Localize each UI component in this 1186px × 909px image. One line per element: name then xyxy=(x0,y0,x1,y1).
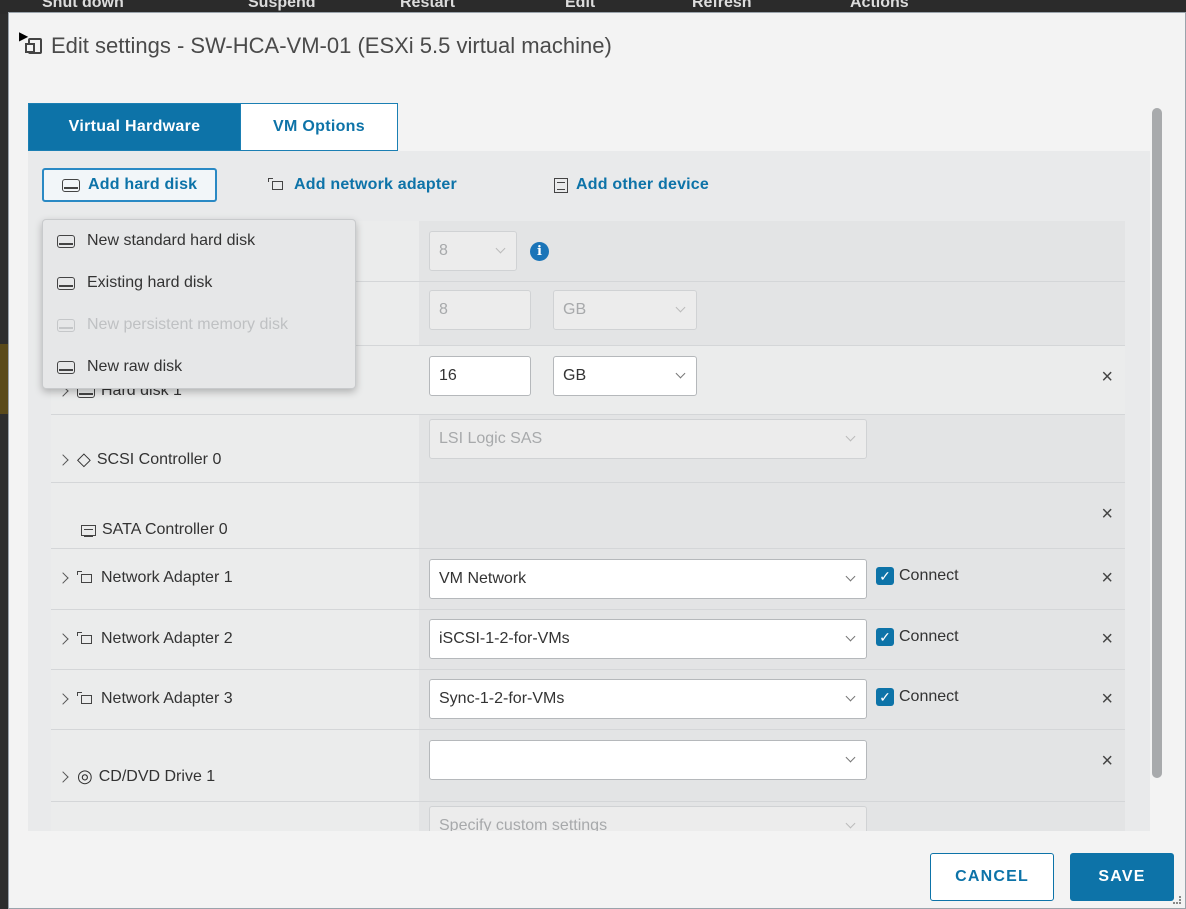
video-card-row: Specify custom settings xyxy=(51,802,1125,831)
hard-disk-unit-select[interactable]: GB xyxy=(553,356,697,396)
tab-virtual-hardware[interactable]: Virtual Hardware xyxy=(28,103,241,151)
add-other-device-label: Add other device xyxy=(576,176,710,193)
network-adapter-icon xyxy=(77,692,95,706)
cd-dvd-label[interactable]: ◎ CD/DVD Drive 1 xyxy=(57,766,215,787)
sata-controller-icon xyxy=(81,524,96,537)
sata-controller-row: SATA Controller 0 × xyxy=(51,483,1125,549)
scsi-controller-select[interactable]: LSI Logic SAS xyxy=(429,419,867,459)
persistent-memory-disk-icon xyxy=(57,318,75,332)
scsi-controller-row: ◇ SCSI Controller 0 LSI Logic SAS xyxy=(51,415,1125,483)
scsi-controller-icon: ◇ xyxy=(77,449,91,469)
remove-network-adapter-1-button[interactable]: × xyxy=(1101,567,1113,590)
network-adapter-icon xyxy=(77,571,95,585)
tab-vm-options[interactable]: VM Options xyxy=(241,103,398,151)
add-network-adapter-label: Add network adapter xyxy=(294,176,457,193)
suspend-label: Suspend xyxy=(248,0,316,11)
network-adapter-3-label[interactable]: Network Adapter 3 xyxy=(57,690,233,708)
remove-network-adapter-3-button[interactable]: × xyxy=(1101,688,1113,711)
menu-item-new-raw-disk[interactable]: New raw disk xyxy=(57,352,347,382)
memory-input[interactable]: 8 xyxy=(429,290,531,330)
network-adapter-2-label[interactable]: Network Adapter 2 xyxy=(57,630,233,648)
network-adapter-3-row: Network Adapter 3 Sync-1-2-for-VMs ✓ Con… xyxy=(51,670,1125,730)
network-adapter-1-label[interactable]: Network Adapter 1 xyxy=(57,569,233,587)
network-3-connect-checkbox[interactable]: ✓ Connect xyxy=(876,688,959,706)
checkmark-icon: ✓ xyxy=(876,567,894,585)
hard-disk-icon xyxy=(62,178,80,192)
dialog-title: ▶ Edit settings - SW-HCA-VM-01 (ESXi 5.5… xyxy=(19,29,612,59)
cd-dvd-select[interactable] xyxy=(429,740,867,780)
add-device-toolbar: Add hard disk Add network adapter Add ot… xyxy=(28,151,1150,209)
refresh-label: Refresh xyxy=(692,0,752,11)
memory-value: 8 xyxy=(439,301,448,318)
add-hard-disk-label: Add hard disk xyxy=(88,176,198,193)
network-adapter-2-row: Network Adapter 2 iSCSI-1-2-for-VMs ✓ Co… xyxy=(51,610,1125,670)
sata-controller-label[interactable]: SATA Controller 0 xyxy=(81,521,228,539)
restart-label: Restart xyxy=(400,0,456,11)
remove-hard-disk-button[interactable]: × xyxy=(1101,366,1113,389)
remove-network-adapter-2-button[interactable]: × xyxy=(1101,628,1113,651)
chevron-right-icon xyxy=(57,453,69,466)
hard-disk-icon xyxy=(57,234,75,248)
checkmark-icon: ✓ xyxy=(876,688,894,706)
info-icon[interactable]: i xyxy=(530,242,549,261)
menu-item-new-persistent-memory-disk: New persistent memory disk xyxy=(57,310,347,340)
menu-item-new-standard-hard-disk[interactable]: New standard hard disk xyxy=(57,226,347,256)
scrollbar-thumb[interactable] xyxy=(1152,108,1162,778)
add-other-device-button[interactable]: Add other device xyxy=(554,168,709,202)
checkmark-icon: ✓ xyxy=(876,628,894,646)
virtual-hardware-panel: Add hard disk Add network adapter Add ot… xyxy=(28,151,1150,831)
cpu-select[interactable]: 8 xyxy=(429,231,517,271)
network-adapter-1-row: Network Adapter 1 VM Network ✓ Connect × xyxy=(51,549,1125,610)
vm-edit-icon: ▶ xyxy=(19,29,45,57)
chevron-right-icon xyxy=(57,770,69,783)
network-2-select[interactable]: iSCSI-1-2-for-VMs xyxy=(429,619,867,659)
scsi-controller-label[interactable]: ◇ SCSI Controller 0 xyxy=(57,449,221,470)
save-button[interactable]: SAVE xyxy=(1070,853,1174,901)
tab-bar: Virtual Hardware VM Options xyxy=(28,103,398,151)
cpu-value: 8 xyxy=(439,242,448,259)
add-hard-disk-button[interactable]: Add hard disk xyxy=(42,168,218,202)
network-adapter-icon xyxy=(77,632,95,646)
actions-label: Actions xyxy=(850,0,909,11)
network-3-select[interactable]: Sync-1-2-for-VMs xyxy=(429,679,867,719)
memory-unit-select[interactable]: GB xyxy=(553,290,697,330)
network-2-connect-checkbox[interactable]: ✓ Connect xyxy=(876,628,959,646)
network-adapter-icon xyxy=(268,178,286,192)
memory-unit: GB xyxy=(563,301,587,318)
shut-down-label: Shut down xyxy=(42,0,124,11)
network-1-select[interactable]: VM Network xyxy=(429,559,867,599)
remove-cd-dvd-button[interactable]: × xyxy=(1101,750,1113,773)
hard-disk-size-input[interactable]: 16 xyxy=(429,356,531,396)
hard-disk-icon xyxy=(57,360,75,374)
edit-settings-dialog: ▶ Edit settings - SW-HCA-VM-01 (ESXi 5.5… xyxy=(8,12,1186,909)
cd-dvd-row: ◎ CD/DVD Drive 1 × xyxy=(51,730,1125,802)
cancel-button[interactable]: CANCEL xyxy=(930,853,1054,901)
chevron-right-icon xyxy=(57,633,69,645)
resize-handle[interactable] xyxy=(1173,896,1181,904)
add-network-adapter-button[interactable]: Add network adapter xyxy=(268,168,457,202)
edit-label: Edit xyxy=(565,0,596,11)
cd-dvd-icon: ◎ xyxy=(77,766,93,786)
hard-disk-icon xyxy=(57,276,75,290)
menu-item-existing-hard-disk[interactable]: Existing hard disk xyxy=(57,268,347,298)
dialog-title-text: Edit settings - SW-HCA-VM-01 (ESXi 5.5 v… xyxy=(51,33,612,58)
scrollbar[interactable] xyxy=(1152,108,1162,778)
chevron-right-icon xyxy=(57,572,69,584)
add-hard-disk-menu: New standard hard disk Existing hard dis… xyxy=(42,219,356,389)
chevron-right-icon xyxy=(57,693,69,705)
video-card-select[interactable]: Specify custom settings xyxy=(429,806,867,831)
device-icon xyxy=(554,177,568,193)
remove-sata-controller-button[interactable]: × xyxy=(1101,503,1113,526)
network-1-connect-checkbox[interactable]: ✓ Connect xyxy=(876,567,959,585)
